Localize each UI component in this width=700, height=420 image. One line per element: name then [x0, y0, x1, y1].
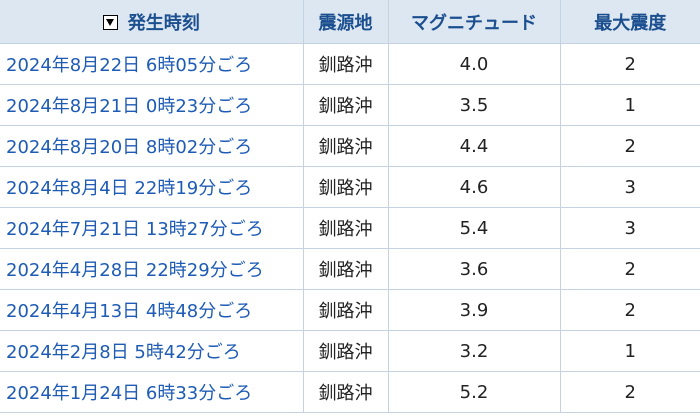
header-epicenter: 震源地 [303, 0, 389, 44]
table-body: 2024年8月22日 6時05分ごろ 釧路沖 4.0 2 2024年8月21日 0時23… [0, 43, 700, 413]
event-time-link[interactable]: 2024年7月21日 13時27分ごろ [6, 219, 264, 240]
table-header: 発生時刻 震源地 マグニチュード 最大震度 [0, 0, 700, 44]
table-row: 2024年1月24日 6時33分ごろ 釧路沖 5.2 2 [0, 371, 700, 413]
header-intensity: 最大震度 [560, 0, 700, 44]
cell-time: 2024年4月28日 22時29分ごろ [0, 248, 304, 290]
table-row: 2024年8月4日 22時19分ごろ 釧路沖 4.6 3 [0, 166, 700, 208]
sort-down-icon[interactable] [102, 14, 118, 30]
cell-time: 2024年2月8日 5時42分ごろ [0, 330, 304, 372]
cell-magnitude: 3.5 [388, 84, 561, 126]
event-time-link[interactable]: 2024年1月24日 6時33分ごろ [6, 383, 252, 404]
event-time-link[interactable]: 2024年2月8日 5時42分ごろ [6, 342, 241, 363]
header-magnitude: マグニチュード [388, 0, 561, 44]
cell-magnitude: 5.2 [388, 371, 561, 413]
cell-magnitude: 3.9 [388, 289, 561, 331]
cell-epicenter: 釧路沖 [303, 207, 389, 249]
table-row: 2024年8月21日 0時23分ごろ 釧路沖 3.5 1 [0, 84, 700, 126]
cell-time: 2024年8月4日 22時19分ごろ [0, 166, 304, 208]
cell-intensity: 2 [560, 125, 700, 167]
header-time[interactable]: 発生時刻 [0, 0, 304, 44]
event-time-link[interactable]: 2024年8月20日 8時02分ごろ [6, 137, 252, 158]
cell-time: 2024年8月20日 8時02分ごろ [0, 125, 304, 167]
cell-intensity: 3 [560, 207, 700, 249]
cell-intensity: 2 [560, 43, 700, 85]
cell-intensity: 2 [560, 371, 700, 413]
cell-time: 2024年4月13日 4時48分ごろ [0, 289, 304, 331]
cell-magnitude: 3.2 [388, 330, 561, 372]
cell-magnitude: 4.6 [388, 166, 561, 208]
table-row: 2024年8月20日 8時02分ごろ 釧路沖 4.4 2 [0, 125, 700, 167]
cell-epicenter: 釧路沖 [303, 330, 389, 372]
header-row: 発生時刻 震源地 マグニチュード 最大震度 [0, 0, 700, 44]
earthquake-table: 発生時刻 震源地 マグニチュード 最大震度 2024年8月22日 6時05分ごろ… [0, 0, 700, 413]
cell-magnitude: 4.0 [388, 43, 561, 85]
event-time-link[interactable]: 2024年4月28日 22時29分ごろ [6, 260, 264, 281]
cell-epicenter: 釧路沖 [303, 371, 389, 413]
cell-epicenter: 釧路沖 [303, 84, 389, 126]
cell-epicenter: 釧路沖 [303, 289, 389, 331]
cell-time: 2024年8月21日 0時23分ごろ [0, 84, 304, 126]
cell-magnitude: 5.4 [388, 207, 561, 249]
header-time-label: 発生時刻 [127, 12, 200, 34]
event-time-link[interactable]: 2024年8月21日 0時23分ごろ [6, 96, 252, 117]
table-row: 2024年2月8日 5時42分ごろ 釧路沖 3.2 1 [0, 330, 700, 372]
cell-intensity: 2 [560, 289, 700, 331]
cell-epicenter: 釧路沖 [303, 125, 389, 167]
cell-intensity: 3 [560, 166, 700, 208]
table-row: 2024年4月13日 4時48分ごろ 釧路沖 3.9 2 [0, 289, 700, 331]
cell-magnitude: 4.4 [388, 125, 561, 167]
cell-magnitude: 3.6 [388, 248, 561, 290]
cell-intensity: 1 [560, 84, 700, 126]
cell-epicenter: 釧路沖 [303, 43, 389, 85]
cell-intensity: 2 [560, 248, 700, 290]
cell-intensity: 1 [560, 330, 700, 372]
table-row: 2024年4月28日 22時29分ごろ 釧路沖 3.6 2 [0, 248, 700, 290]
cell-time: 2024年7月21日 13時27分ごろ [0, 207, 304, 249]
cell-time: 2024年8月22日 6時05分ごろ [0, 43, 304, 85]
event-time-link[interactable]: 2024年4月13日 4時48分ごろ [6, 301, 252, 322]
event-time-link[interactable]: 2024年8月22日 6時05分ごろ [6, 55, 252, 76]
cell-epicenter: 釧路沖 [303, 166, 389, 208]
event-time-link[interactable]: 2024年8月4日 22時19分ごろ [6, 178, 252, 199]
table-row: 2024年8月22日 6時05分ごろ 釧路沖 4.0 2 [0, 43, 700, 85]
cell-time: 2024年1月24日 6時33分ごろ [0, 371, 304, 413]
cell-epicenter: 釧路沖 [303, 248, 389, 290]
table-row: 2024年7月21日 13時27分ごろ 釧路沖 5.4 3 [0, 207, 700, 249]
